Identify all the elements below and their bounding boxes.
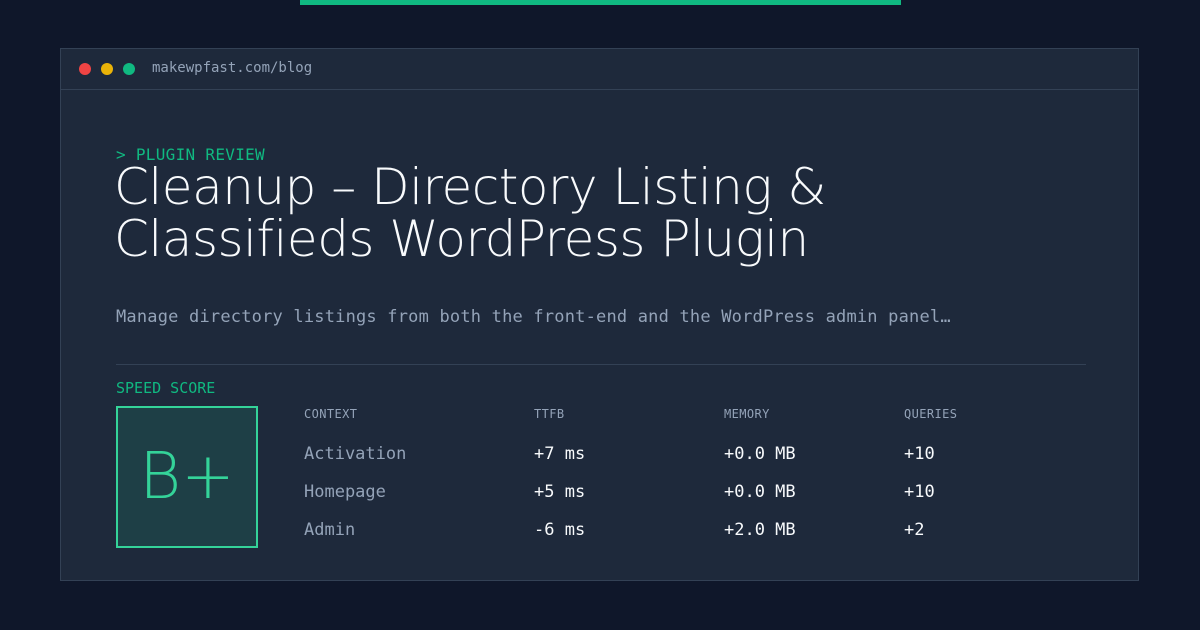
header-context: CONTEXT (304, 407, 358, 421)
cell-ttfb: +7 ms (534, 444, 586, 464)
metrics-table: CONTEXT TTFB MEMORY QUERIES Activation +… (304, 407, 1024, 549)
header-ttfb: TTFB (534, 407, 565, 421)
top-accent-bar (300, 0, 901, 5)
metrics-header-row: CONTEXT TTFB MEMORY QUERIES (304, 407, 1024, 425)
speed-score-grade: B+ (139, 440, 235, 514)
close-dot-icon[interactable] (79, 63, 91, 75)
header-queries: QUERIES (904, 407, 958, 421)
cell-queries: +2 (904, 520, 925, 540)
minimize-dot-icon[interactable] (101, 63, 113, 75)
cell-memory: +0.0 MB (724, 482, 796, 502)
window-titlebar: makewpfast.com/blog (61, 49, 1138, 90)
article-title: Cleanup – Directory Listing & Classified… (114, 158, 826, 268)
cell-memory: +0.0 MB (724, 444, 796, 464)
cell-context: Admin (304, 520, 356, 540)
table-row: Admin -6 ms +2.0 MB +2 (304, 511, 1024, 549)
header-memory: MEMORY (724, 407, 770, 421)
section-divider (116, 364, 1086, 365)
cell-memory: +2.0 MB (724, 520, 796, 540)
cell-ttfb: +5 ms (534, 482, 586, 502)
table-row: Activation +7 ms +0.0 MB +10 (304, 425, 1024, 473)
browser-window: makewpfast.com/blog > PLUGIN REVIEW Clea… (60, 48, 1139, 581)
cell-context: Activation (304, 444, 407, 464)
speed-score-badge: B+ (116, 406, 258, 548)
article-description: Manage directory listings from both the … (116, 307, 951, 327)
cell-queries: +10 (904, 482, 935, 502)
table-row: Homepage +5 ms +0.0 MB +10 (304, 473, 1024, 511)
cell-queries: +10 (904, 444, 935, 464)
maximize-dot-icon[interactable] (123, 63, 135, 75)
speed-score-label: SPEED SCORE (116, 379, 216, 397)
window-url: makewpfast.com/blog (152, 60, 313, 76)
cell-ttfb: -6 ms (534, 520, 586, 540)
cell-context: Homepage (304, 482, 386, 502)
